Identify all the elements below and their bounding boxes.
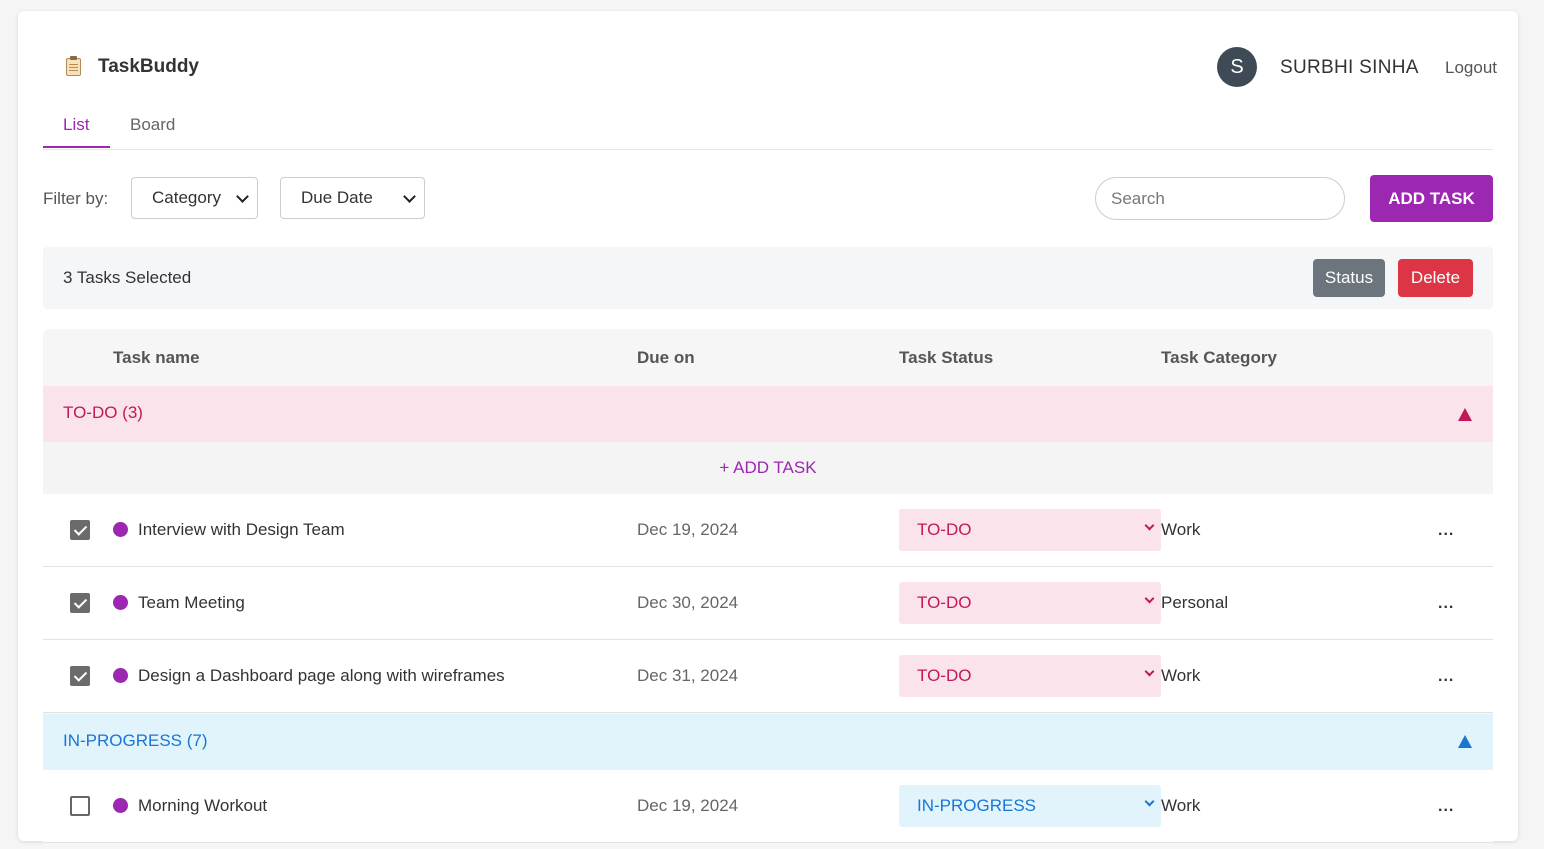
- task-category: Personal: [1161, 593, 1229, 612]
- task-due-date: Dec 30, 2024: [637, 593, 739, 612]
- due-date-filter-value: Due Date: [301, 188, 373, 207]
- task-status-value: TO-DO: [917, 593, 972, 612]
- task-name: Design a Dashboard page along with wiref…: [138, 666, 505, 685]
- filter-label: Filter by:: [43, 189, 109, 208]
- task-status-select[interactable]: TO-DO: [899, 509, 1161, 551]
- due-date-filter-select[interactable]: Due Date: [280, 177, 425, 219]
- inline-add-task: + ADD TASK: [43, 442, 1493, 494]
- avatar[interactable]: S: [1217, 47, 1257, 87]
- table-row[interactable]: Team Meeting Dec 30, 2024 TO-DO Personal…: [43, 567, 1493, 640]
- task-due-date: Dec 19, 2024: [637, 520, 739, 539]
- column-header-task-name: Task name: [113, 348, 200, 367]
- group-header-todo[interactable]: TO-DO (3): [43, 386, 1493, 442]
- collapse-triangle-icon[interactable]: [1458, 408, 1472, 421]
- chevron-down-icon: [236, 190, 249, 203]
- task-category: Work: [1161, 666, 1201, 685]
- task-table: Task name Due on Task Status Task Catego…: [43, 329, 1493, 849]
- inline-add-task-button[interactable]: + ADD TASK: [43, 458, 1493, 478]
- task-name: Interview with Design Team: [138, 520, 345, 539]
- chevron-down-icon: [1144, 666, 1155, 677]
- task-dot-icon: [113, 798, 128, 813]
- row-checkbox[interactable]: [70, 666, 90, 686]
- group-label: TO-DO (3): [63, 403, 143, 422]
- task-due-date: Dec 19, 2024: [637, 796, 739, 815]
- task-category: Work: [1161, 520, 1201, 539]
- clipboard-icon: [64, 56, 84, 78]
- more-options-icon[interactable]: ...: [1438, 522, 1454, 540]
- logout-button[interactable]: Logout: [1445, 58, 1497, 78]
- table-row[interactable]: Design a Dashboard page along with wiref…: [43, 640, 1493, 713]
- app-title: TaskBuddy: [98, 56, 200, 77]
- search-input[interactable]: [1095, 177, 1345, 220]
- selection-count: 3 Tasks Selected: [63, 268, 192, 287]
- task-dot-icon: [113, 522, 128, 537]
- group-header-in-progress[interactable]: IN-PROGRESS (7): [43, 714, 1493, 770]
- category-filter-value: Category: [152, 188, 221, 207]
- table-row[interactable]: Morning Workout Dec 19, 2024 IN-PROGRESS…: [43, 770, 1493, 843]
- group-label: IN-PROGRESS (7): [63, 731, 208, 750]
- task-name: Team Meeting: [138, 593, 245, 612]
- task-status-value: TO-DO: [917, 666, 972, 685]
- view-tabs: List Board: [43, 100, 1493, 150]
- chevron-down-icon: [1144, 593, 1155, 604]
- table-row[interactable]: Interview with Design Team Dec 19, 2024 …: [43, 494, 1493, 567]
- tab-list[interactable]: List: [63, 115, 89, 135]
- more-options-icon[interactable]: ...: [1438, 668, 1454, 686]
- category-filter-select[interactable]: Category: [131, 177, 258, 219]
- collapse-triangle-icon[interactable]: [1458, 735, 1472, 748]
- add-task-button[interactable]: ADD TASK: [1370, 175, 1493, 222]
- task-dot-icon: [113, 668, 128, 683]
- more-options-icon[interactable]: ...: [1438, 595, 1454, 613]
- chevron-down-icon: [1144, 520, 1155, 531]
- row-checkbox[interactable]: [70, 520, 90, 540]
- task-dot-icon: [113, 595, 128, 610]
- more-options-icon[interactable]: ...: [1438, 798, 1454, 816]
- user-name: SURBHI SINHA: [1280, 57, 1419, 78]
- task-status-select[interactable]: TO-DO: [899, 582, 1161, 624]
- row-checkbox[interactable]: [70, 796, 90, 816]
- task-status-value: TO-DO: [917, 520, 972, 539]
- bulk-delete-button[interactable]: Delete: [1398, 259, 1473, 297]
- active-tab-indicator: [43, 146, 110, 148]
- task-status-value: IN-PROGRESS: [917, 796, 1037, 815]
- column-header-due-on: Due on: [637, 348, 695, 367]
- selection-bar: 3 Tasks Selected Status Delete: [43, 247, 1493, 309]
- task-category: Work: [1161, 796, 1201, 815]
- tab-board[interactable]: Board: [130, 115, 175, 135]
- row-checkbox[interactable]: [70, 593, 90, 613]
- chevron-down-icon: [1144, 796, 1155, 807]
- brand: TaskBuddy: [64, 56, 199, 78]
- chevron-down-icon: [403, 190, 416, 203]
- column-header-task-category: Task Category: [1161, 348, 1277, 367]
- task-status-select[interactable]: TO-DO: [899, 655, 1161, 697]
- column-header-task-status: Task Status: [899, 348, 994, 367]
- bulk-status-button[interactable]: Status: [1313, 259, 1385, 297]
- task-name: Morning Workout: [138, 796, 268, 815]
- task-due-date: Dec 31, 2024: [637, 666, 739, 685]
- task-status-select[interactable]: IN-PROGRESS: [899, 785, 1161, 827]
